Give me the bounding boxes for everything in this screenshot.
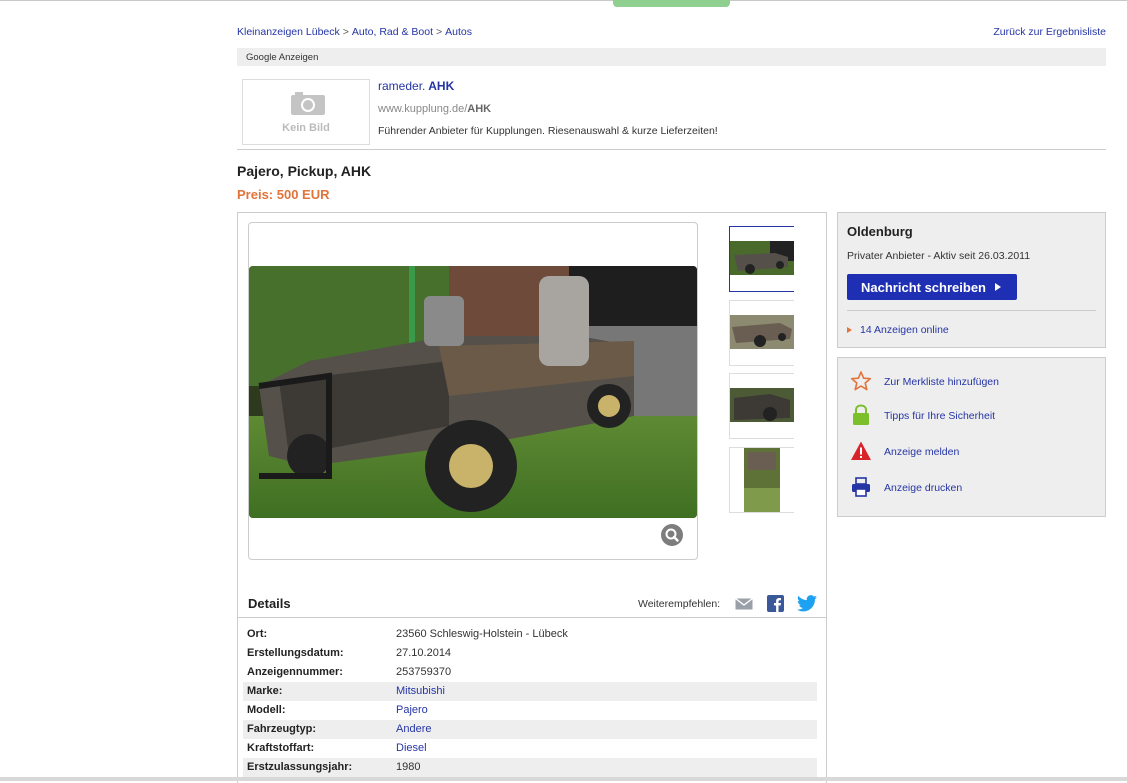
- top-tab-indicator: [613, 0, 730, 7]
- ad-url[interactable]: www.kupplung.de/AHK: [378, 103, 491, 115]
- detail-value: 23560 Schleswig-Holstein - Lübeck: [396, 628, 568, 640]
- detail-label: Ort:: [247, 628, 268, 640]
- star-icon: [850, 371, 872, 391]
- actions-panel: Zur Merkliste hinzufügen Tipps für Ihre …: [837, 357, 1106, 517]
- thumbnail-4-image: [730, 448, 794, 512]
- listing-price: Preis: 500 EUR: [237, 187, 330, 202]
- ad-title-link[interactable]: rameder. AHK: [378, 79, 454, 93]
- main-vehicle-photo[interactable]: [249, 266, 697, 518]
- back-to-results-link[interactable]: Zurück zur Ergebnisliste: [993, 26, 1106, 38]
- breadcrumb-item-category[interactable]: Auto, Rad & Boot: [352, 26, 433, 38]
- safety-tips-action[interactable]: Tipps für Ihre Sicherheit: [850, 404, 1090, 428]
- vehicle-photo-illustration: [249, 266, 697, 518]
- top-border: [0, 0, 1127, 1]
- image-gallery: [248, 222, 698, 560]
- ad-thumbnail: Kein Bild: [242, 79, 370, 145]
- breadcrumb-item-city[interactable]: Kleinanzeigen Lübeck: [237, 26, 340, 38]
- email-share-icon[interactable]: [735, 598, 753, 610]
- listing-main-panel: Details Weiterempfehlen: Ort: 23560 Schle…: [237, 212, 827, 783]
- lock-icon: [853, 404, 869, 425]
- detail-label: Erstzulassungsjahr:: [247, 761, 353, 773]
- detail-value: 1980: [396, 761, 421, 773]
- detail-label: Kraftstoffart:: [247, 742, 315, 754]
- detail-label: Fahrzeugtyp:: [247, 723, 317, 735]
- seller-divider: [847, 310, 1096, 311]
- report-ad-label: Anzeige melden: [884, 446, 960, 458]
- bottom-border: [0, 777, 1127, 781]
- detail-row: Ort: 23560 Schleswig-Holstein - Lübeck: [243, 625, 817, 644]
- detail-row: Anzeigennummer: 253759370: [243, 663, 817, 682]
- detail-row: Erstellungsdatum: 27.10.2014: [243, 644, 817, 663]
- magnifier-icon: [665, 528, 679, 542]
- play-arrow-icon: [995, 283, 1001, 291]
- detail-value-link[interactable]: Pajero: [396, 704, 428, 716]
- detail-row: Modell: Pajero: [243, 701, 817, 720]
- add-to-watchlist-action[interactable]: Zur Merkliste hinzufügen: [850, 370, 1090, 394]
- details-divider: [238, 617, 826, 618]
- ad-title-prefix: rameder.: [378, 79, 426, 93]
- seller-info: Privater Anbieter - Aktiv seit 26.03.201…: [847, 250, 1031, 262]
- share-icons: [735, 594, 821, 614]
- breadcrumb-item-subcategory[interactable]: Autos: [445, 26, 472, 38]
- ads-label: Google Anzeigen: [246, 52, 319, 63]
- detail-row: Erstzulassungsjahr: 1980: [243, 758, 817, 777]
- twitter-share-icon[interactable]: [797, 595, 817, 612]
- ad-url-prefix: www.kupplung.de/: [378, 103, 468, 115]
- print-ad-label: Anzeige drucken: [884, 482, 963, 494]
- printer-icon: [852, 477, 870, 497]
- detail-label: Anzeigennummer:: [247, 666, 343, 678]
- ad-url-keyword: AHK: [467, 103, 492, 115]
- camera-icon: [291, 92, 325, 115]
- seller-city: Oldenburg: [847, 224, 913, 239]
- safety-tips-label: Tipps für Ihre Sicherheit: [884, 410, 996, 422]
- detail-row: Kraftstoffart: Diesel: [243, 739, 817, 758]
- detail-value: 27.10.2014: [396, 647, 452, 659]
- add-to-watchlist-label: Zur Merkliste hinzufügen: [884, 376, 999, 388]
- share-label: Weiterempfehlen:: [638, 598, 721, 610]
- listing-title: Pajero, Pickup, AHK: [237, 163, 372, 179]
- detail-row: Fahrzeugtyp: Andere: [243, 720, 817, 739]
- detail-row: Marke: Mitsubishi: [243, 682, 817, 701]
- thumbnail-3[interactable]: [729, 373, 794, 439]
- detail-value-link[interactable]: Andere: [396, 723, 431, 735]
- detail-label: Marke:: [247, 685, 283, 697]
- thumbnail-3-image: [730, 374, 794, 438]
- breadcrumb-separator: >: [342, 26, 349, 38]
- thumbnail-4[interactable]: [729, 447, 794, 513]
- ad-description: Führender Anbieter für Kupplungen. Riese…: [378, 125, 718, 137]
- breadcrumb: Kleinanzeigen Lübeck > Auto, Rad & Boot > Au…: [237, 26, 472, 38]
- seller-ads-online-label: 14 Anzeigen online: [860, 324, 949, 336]
- report-ad-action[interactable]: Anzeige melden: [850, 440, 1090, 464]
- ads-label-bar: Google Anzeigen: [237, 48, 1106, 66]
- thumbnail-2-image: [730, 301, 794, 365]
- write-message-button[interactable]: Nachricht schreiben: [847, 274, 1017, 300]
- zoom-button[interactable]: [661, 524, 683, 546]
- thumbnail-1[interactable]: [729, 226, 794, 292]
- text-ad[interactable]: Kein Bild rameder. AHK www.kupplung.de/A…: [237, 72, 1106, 150]
- detail-value: 253759370: [396, 666, 452, 678]
- print-ad-action[interactable]: Anzeige drucken: [850, 476, 1090, 500]
- triangle-bullet-icon: [847, 327, 852, 333]
- seller-panel: Oldenburg Privater Anbieter - Aktiv seit…: [837, 212, 1106, 348]
- detail-label: Modell:: [247, 704, 286, 716]
- detail-value-link[interactable]: Mitsubishi: [396, 685, 445, 697]
- thumbnail-1-image: [730, 227, 794, 291]
- ad-title-keyword: AHK: [428, 79, 455, 93]
- details-heading: Details: [248, 596, 291, 611]
- thumbnail-2[interactable]: [729, 300, 794, 366]
- detail-label: Erstellungsdatum:: [247, 647, 344, 659]
- write-message-label: Nachricht schreiben: [861, 280, 986, 295]
- no-image-text: Kein Bild: [282, 122, 330, 134]
- warning-icon: [851, 441, 871, 460]
- breadcrumb-separator: >: [436, 26, 443, 38]
- seller-ads-online-link[interactable]: 14 Anzeigen online: [847, 324, 949, 336]
- detail-value-link[interactable]: Diesel: [396, 742, 427, 754]
- facebook-share-icon[interactable]: [767, 595, 784, 612]
